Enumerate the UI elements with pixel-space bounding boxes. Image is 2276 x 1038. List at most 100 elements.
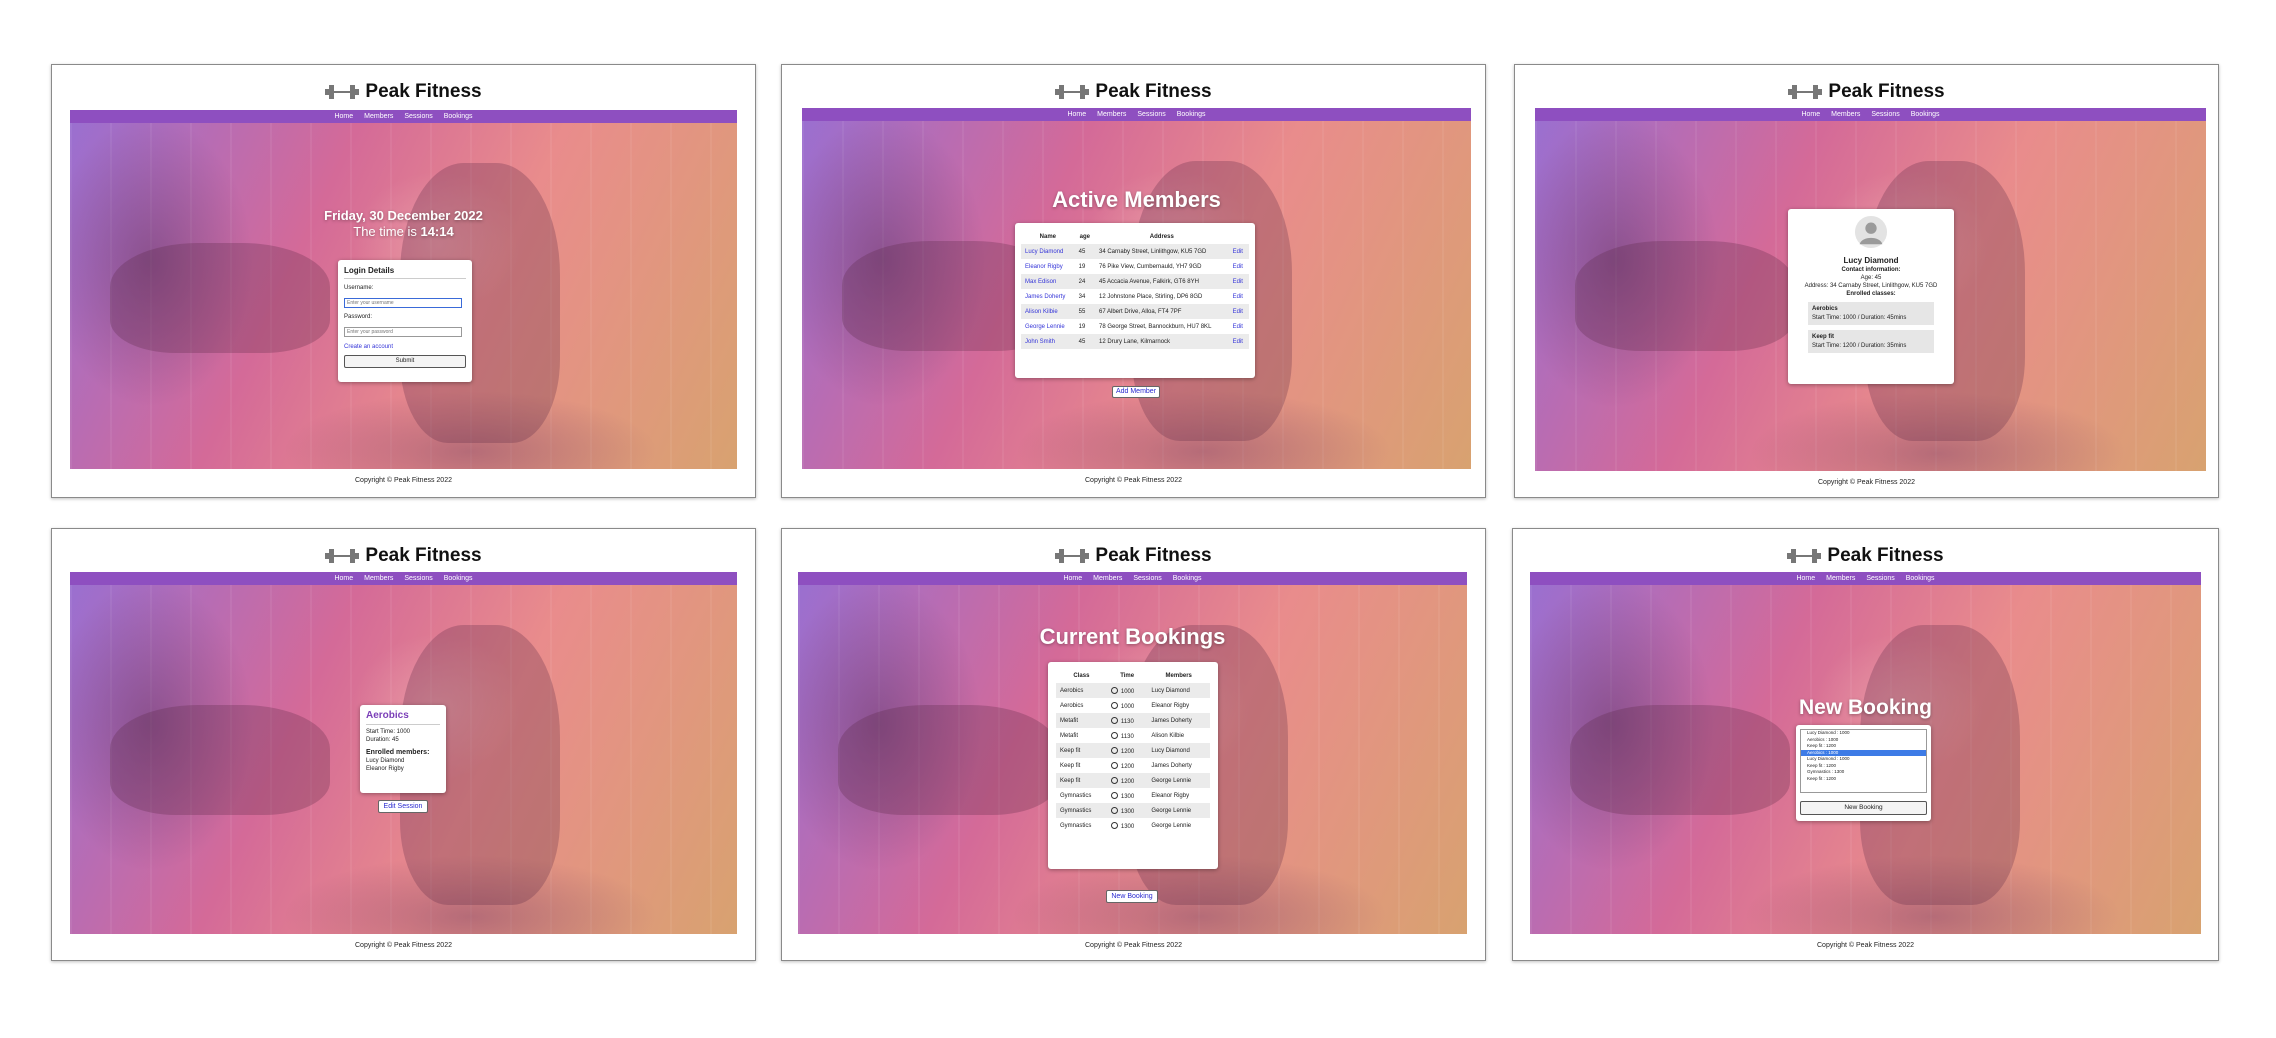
nav-bookings[interactable]: Bookings — [444, 572, 473, 585]
nav-sessions[interactable]: Sessions — [404, 572, 432, 585]
nav-members[interactable]: Members — [1831, 108, 1860, 121]
classes-heading: Enrolled classes: — [1846, 291, 1896, 297]
class-name: Keep fit — [1812, 334, 1835, 340]
class-item: Aerobics Start Time: 1000 / Duration: 45… — [1808, 302, 1934, 325]
password-input[interactable] — [344, 327, 462, 337]
submit-button[interactable]: Submit — [344, 355, 466, 368]
member-address: 78 George Street, Bannockburn, HU7 8KL — [1095, 319, 1229, 334]
member-address: Address: 34 Carnaby Street, Linlithgow, … — [1804, 283, 1938, 289]
nav-sessions[interactable]: Sessions — [1871, 108, 1899, 121]
class-item: Keep fit Start Time: 1200 / Duration: 35… — [1808, 330, 1934, 353]
add-member-button[interactable]: Add Member — [1112, 386, 1160, 398]
member-name-link[interactable]: James Doherty — [1021, 289, 1075, 304]
member-name-link[interactable]: George Lennie — [1021, 319, 1075, 334]
nav-bookings[interactable]: Bookings — [1911, 108, 1940, 121]
member-name-link[interactable]: John Smith — [1021, 334, 1075, 349]
booking-select[interactable]: Lucy Diamond : 1000 Aerobics : 1000 Keep… — [1800, 729, 1927, 793]
nav-members[interactable]: Members — [364, 110, 393, 123]
table-row: Keep fit 1200 James Doherty — [1056, 758, 1210, 773]
table-row: Lucy Diamond 45 34 Carnaby Street, Linlith… — [1021, 244, 1249, 259]
site-header: Peak Fitness — [52, 77, 755, 107]
nav-home[interactable]: Home — [334, 110, 353, 123]
edit-link[interactable]: Edit — [1228, 319, 1249, 334]
avatar-icon — [1854, 215, 1888, 249]
col-name: Name — [1039, 233, 1056, 240]
dumbbell-icon — [325, 549, 360, 563]
nav-home[interactable]: Home — [1063, 572, 1082, 585]
edit-link[interactable]: Edit — [1228, 244, 1249, 259]
col-time: Time — [1120, 672, 1135, 679]
member-name-link[interactable]: Max Edison — [1021, 274, 1075, 289]
booking-time: 1130 — [1120, 733, 1134, 740]
edit-link[interactable]: Edit — [1228, 259, 1249, 274]
enrolled-member: Lucy Diamond — [366, 758, 405, 764]
session-title: Aerobics — [366, 710, 440, 725]
edit-link[interactable]: Edit — [1228, 274, 1249, 289]
login-heading: Login Details — [344, 266, 466, 279]
hero-image: New Booking Lucy Diamond : 1000 Aerobics… — [1530, 585, 2201, 934]
site-title: Peak Fitness — [1827, 545, 1944, 566]
table-row: George Lennie 19 78 George Street, Bannock… — [1021, 319, 1249, 334]
member-age: 55 — [1074, 304, 1095, 319]
nav-members[interactable]: Members — [364, 572, 393, 585]
main-nav: Home Members Sessions Bookings — [798, 572, 1467, 585]
booking-member: George Lennie — [1147, 803, 1210, 818]
booking-class: Metafit — [1056, 728, 1107, 743]
nav-sessions[interactable]: Sessions — [1866, 572, 1894, 585]
main-nav: Home Members Sessions Bookings — [1530, 572, 2201, 585]
site-header: Peak Fitness — [52, 541, 755, 571]
footer: Copyright © Peak Fitness 2022 — [1817, 942, 1914, 949]
edit-link[interactable]: Edit — [1228, 334, 1249, 349]
edit-session-button[interactable]: Edit Session — [378, 800, 428, 813]
new-booking-submit[interactable]: New Booking — [1800, 801, 1927, 815]
nav-sessions[interactable]: Sessions — [1137, 108, 1165, 121]
username-input[interactable] — [344, 298, 462, 308]
site-header: Peak Fitness — [1513, 541, 2218, 571]
nav-members[interactable]: Members — [1826, 572, 1855, 585]
site-title: Peak Fitness — [1828, 81, 1945, 102]
nav-members[interactable]: Members — [1093, 572, 1122, 585]
nav-home[interactable]: Home — [334, 572, 353, 585]
member-address: 45 Accacia Avenue, Falkirk, GT6 8YH — [1095, 274, 1229, 289]
screen-members: Peak Fitness Home Members Sessions Booki… — [781, 64, 1486, 498]
clock-icon — [1110, 776, 1118, 784]
nav-sessions[interactable]: Sessions — [1133, 572, 1161, 585]
col-class: Class — [1073, 672, 1090, 679]
nav-bookings[interactable]: Bookings — [1906, 572, 1935, 585]
member-name-link[interactable]: Alison Kilbie — [1021, 304, 1075, 319]
nav-members[interactable]: Members — [1097, 108, 1126, 121]
create-account-link[interactable]: Create an account — [344, 344, 466, 350]
nav-home[interactable]: Home — [1067, 108, 1086, 121]
edit-link[interactable]: Edit — [1228, 304, 1249, 319]
booking-time: 1200 — [1120, 748, 1135, 755]
booking-time: 1300 — [1120, 793, 1135, 800]
members-table: Name age Address Lucy Diamond 45 34 Carnab… — [1021, 229, 1249, 349]
nav-bookings[interactable]: Bookings — [444, 110, 473, 123]
clock-icon — [1110, 746, 1118, 754]
page-title: New Booking — [1798, 696, 1932, 719]
nav-home[interactable]: Home — [1801, 108, 1820, 121]
nav-sessions[interactable]: Sessions — [404, 110, 432, 123]
nav-bookings[interactable]: Bookings — [1177, 108, 1206, 121]
member-name-link[interactable]: Eleanor Rigby — [1021, 259, 1075, 274]
edit-link[interactable]: Edit — [1228, 289, 1249, 304]
booking-time: 1000 — [1120, 703, 1135, 710]
main-nav: Home Members Sessions Bookings — [70, 110, 737, 123]
booking-time: 1000 — [1120, 688, 1135, 695]
class-details: Start Time: 1200 / Duration: 35mins — [1812, 343, 1907, 349]
booking-member: James Doherty — [1147, 713, 1210, 728]
booking-time: 1130 — [1120, 718, 1134, 725]
nav-bookings[interactable]: Bookings — [1173, 572, 1202, 585]
select-option[interactable]: Keep fit : 1200 — [1801, 776, 1926, 783]
footer: Copyright © Peak Fitness 2022 — [1085, 942, 1182, 949]
booking-time: 1300 — [1120, 808, 1135, 815]
clock-icon — [1110, 731, 1118, 739]
member-name-link[interactable]: Lucy Diamond — [1021, 244, 1075, 259]
site-header: Peak Fitness — [1515, 77, 2218, 107]
member-age: 45 — [1074, 244, 1095, 259]
hero-image: Lucy Diamond Contact information: Age: 4… — [1535, 121, 2206, 471]
table-row: Metafit 1130 Alison Kilbie — [1056, 728, 1210, 743]
new-booking-button[interactable]: New Booking — [1106, 890, 1158, 903]
booking-member: Alison Kilbie — [1147, 728, 1210, 743]
nav-home[interactable]: Home — [1796, 572, 1815, 585]
